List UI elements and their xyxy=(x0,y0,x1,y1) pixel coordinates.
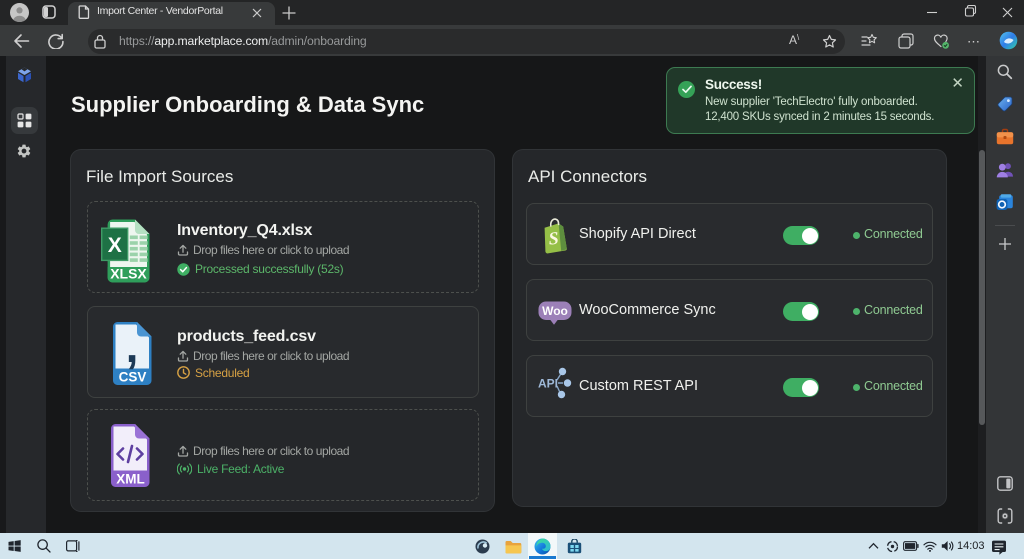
svg-text:Woo: Woo xyxy=(542,304,568,318)
svg-text:X: X xyxy=(108,234,122,257)
svg-text:,: , xyxy=(126,321,139,372)
svg-text:CSV: CSV xyxy=(119,370,147,385)
svg-text:API: API xyxy=(538,377,558,391)
svg-text:XLSX: XLSX xyxy=(110,266,147,282)
svg-text:XML: XML xyxy=(116,472,145,487)
svg-text:S: S xyxy=(548,228,560,249)
